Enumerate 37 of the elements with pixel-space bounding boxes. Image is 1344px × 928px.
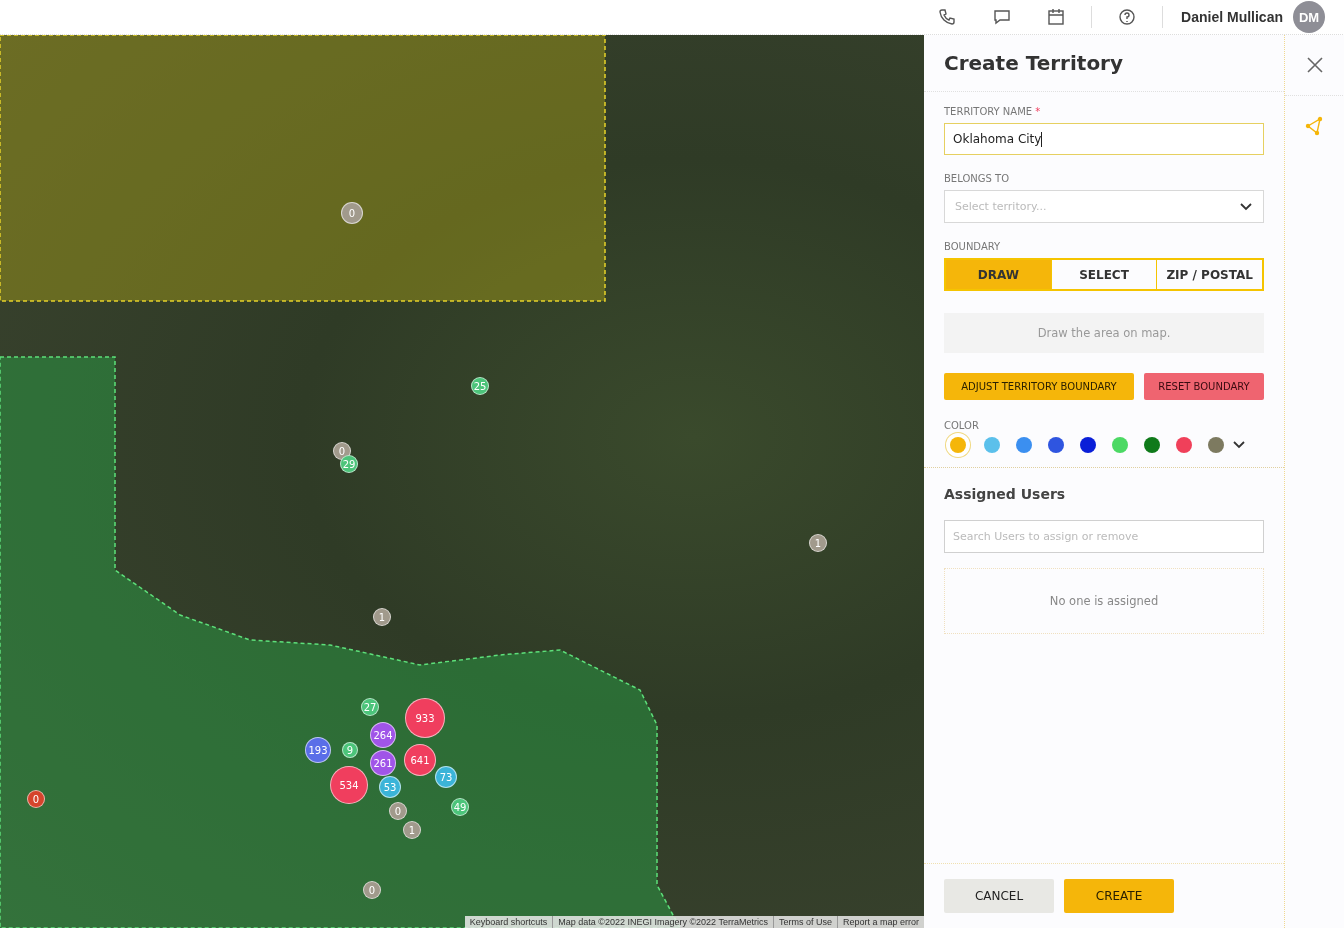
color-swatch[interactable] (1144, 437, 1160, 453)
color-swatch[interactable] (1208, 437, 1224, 453)
color-swatch[interactable] (1112, 437, 1128, 453)
hint-text: Draw the area on map. (944, 313, 1264, 353)
required-mark: * (1035, 106, 1041, 117)
reset-boundary-button[interactable]: RESET BOUNDARY (1144, 373, 1264, 400)
color-swatch[interactable] (1016, 437, 1032, 453)
field-label: BOUNDARY (944, 241, 1002, 252)
map-link[interactable]: Keyboard shortcuts (464, 916, 553, 928)
map-data-credit: Map data ©2022 INEGI Imagery ©2022 TerraMetrics (552, 916, 773, 928)
cancel-button[interactable]: CANCEL (944, 879, 1054, 913)
boundary-tab[interactable]: ZIP / POSTAL (1156, 260, 1262, 289)
panel-title: Create Territory (944, 51, 1125, 75)
empty-message: No one is assigned (944, 568, 1264, 634)
close-icon[interactable] (1305, 55, 1325, 75)
boundary-tab[interactable]: DRAW (946, 260, 1051, 289)
satellite-map[interactable] (0, 35, 924, 928)
section-title: Assigned Users (944, 486, 1067, 502)
create-button[interactable]: CREATE (1064, 879, 1174, 913)
user-search-field[interactable]: Search Users to assign or remove (944, 520, 1264, 553)
help-icon[interactable] (1117, 7, 1138, 27)
user-name: Daniel Mullican (1181, 9, 1283, 25)
territory-name-field[interactable]: Oklahoma City (944, 123, 1264, 155)
user-avatar[interactable]: DM (1293, 1, 1325, 33)
field-label: BELONGS TO (944, 173, 1010, 184)
territory-dropdown[interactable]: Select territory... (944, 190, 1264, 223)
chat-icon[interactable] (992, 7, 1013, 27)
boundary-tab[interactable]: SELECT (1050, 260, 1157, 289)
map-link[interactable]: Terms of Use (772, 916, 837, 928)
adjust-boundary-button[interactable]: ADJUST TERRITORY BOUNDARY (944, 373, 1134, 400)
color-swatch[interactable] (1048, 437, 1064, 453)
color-swatch[interactable] (1080, 437, 1096, 453)
color-swatch[interactable] (1176, 437, 1192, 453)
field-label: COLOR (944, 420, 980, 431)
calendar-icon[interactable] (1046, 7, 1067, 27)
field-label: TERRITORY NAME (944, 106, 1033, 117)
color-swatch[interactable] (984, 437, 1000, 453)
